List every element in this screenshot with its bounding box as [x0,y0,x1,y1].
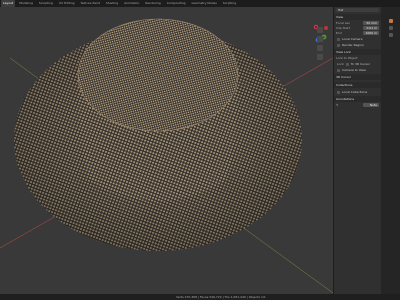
tab-animation[interactable]: Animation [122,0,141,7]
tab-geometry-nodes[interactable]: Geometry Nodes [190,0,219,7]
item-tab-icon[interactable] [388,19,393,23]
checkbox[interactable] [337,90,340,94]
tab-compositing[interactable]: Compositing [165,0,188,7]
section-view-lock[interactable]: View Lock [334,49,381,55]
tab-modeling[interactable]: Modeling [17,0,35,7]
prop-row[interactable]: Lock to Object [334,56,381,60]
checkbox[interactable] [345,62,349,66]
hand-icon[interactable] [317,36,323,42]
prop-row[interactable]: Focal Len 50 mm [334,21,381,25]
tab-layout[interactable]: Layout [1,0,16,7]
tool-tab-icon[interactable] [388,26,393,30]
hat-mesh[interactable] [14,18,302,251]
section-annotations[interactable]: Annotations [334,96,381,102]
annotation-row[interactable]: ✎ Note [334,103,381,107]
pencil-icon: ✎ [336,103,339,107]
section-3d-cursor[interactable]: 3D Cursor [334,74,381,80]
3d-viewport[interactable]: Y X Z [0,7,333,294]
lock-toggle[interactable]: Lock To 3D Cursor [334,62,381,66]
viewport-canvas: Y X Z [0,18,333,294]
tab-rendering[interactable]: Rendering [143,0,162,7]
tab-shading[interactable]: Shading [104,0,120,7]
checkbox[interactable] [337,43,340,47]
prop-row[interactable]: Clip Start 0.01 m [334,26,381,30]
status-text: Verts 270,368 | Faces 540,720 | Tris 1,0… [176,295,266,299]
local-collections-toggle[interactable]: Local Collections [334,90,381,94]
checkbox[interactable] [337,37,340,41]
grid-icon[interactable] [317,54,323,60]
camera-icon[interactable] [317,45,323,51]
properties-search[interactable]: Hat [336,8,379,12]
camera-to-view-toggle[interactable]: Camera to View [334,68,381,72]
prop-row[interactable]: End 1000 m [334,31,381,35]
sidebar-tabs [381,7,400,294]
section-collections[interactable]: Collections [334,82,381,88]
tab-scripting[interactable]: Scripting [221,0,238,7]
local-camera-toggle[interactable]: Local Camera [334,37,381,41]
render-region-toggle[interactable]: Render Region [334,43,381,47]
zoom-icon[interactable] [317,27,323,33]
tab-sculpting[interactable]: Sculpting [37,0,55,7]
checkbox[interactable] [337,68,340,72]
workspace-tabs-bar: Layout Modeling Sculpting UV Editing Tex… [0,0,400,7]
properties-panel: Hat View Focal Len 50 mm Clip Start 0.01… [333,7,381,294]
view-tab-icon[interactable] [388,33,393,37]
viewport-nav-toolbar [316,27,324,60]
tab-uv-editing[interactable]: UV Editing [57,0,77,7]
tab-texture-paint[interactable]: Texture Paint [79,0,102,7]
status-bar: Verts 270,368 | Faces 540,720 | Tris 1,0… [0,294,400,300]
section-view[interactable]: View [334,14,381,20]
